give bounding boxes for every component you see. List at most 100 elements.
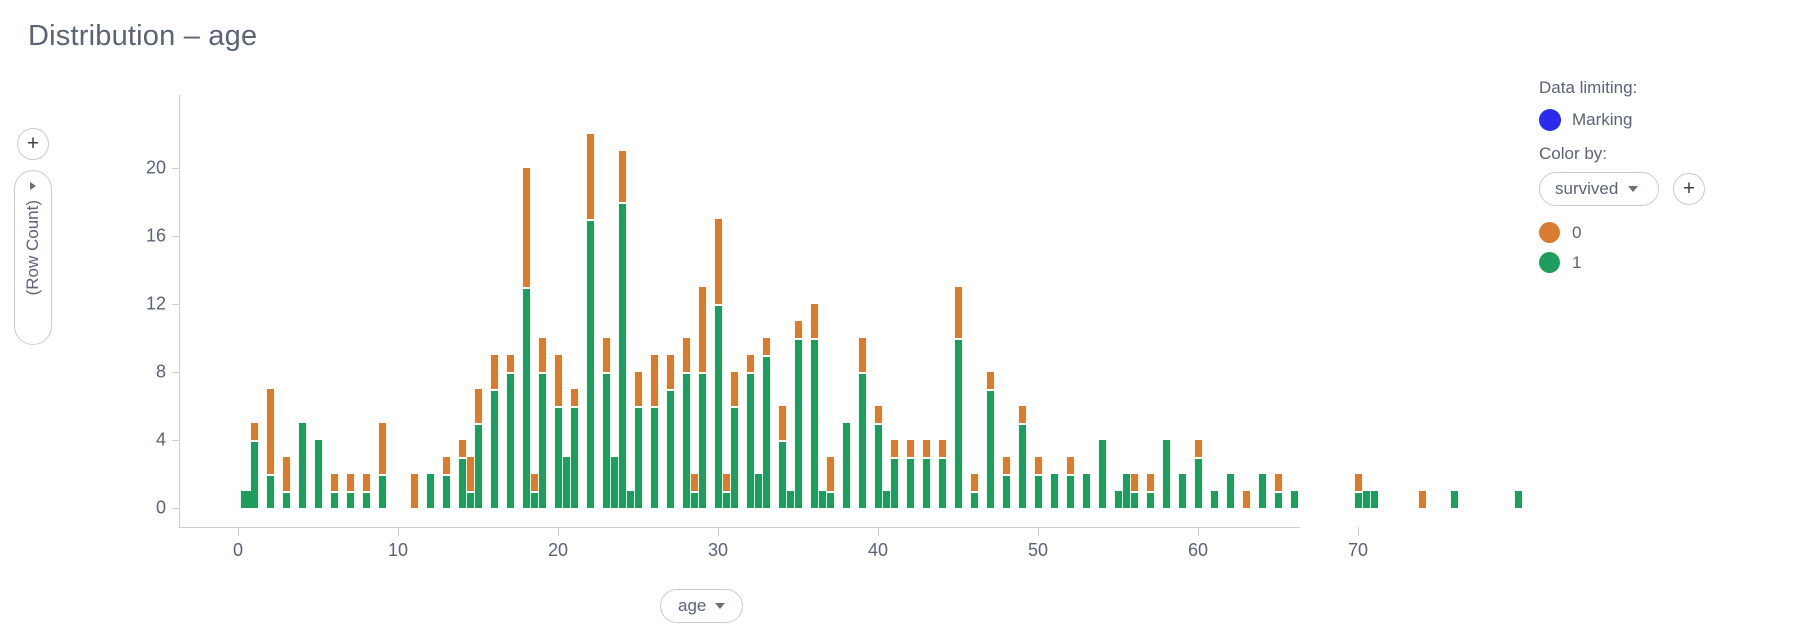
bar[interactable] <box>442 457 450 508</box>
bar-segment-0[interactable] <box>1418 491 1426 508</box>
bar[interactable] <box>1226 474 1234 508</box>
bar-segment-1[interactable] <box>986 390 994 508</box>
bar[interactable] <box>1002 457 1010 508</box>
bar-segment-1[interactable] <box>562 457 570 508</box>
bar-segment-1[interactable] <box>570 407 578 508</box>
bar-segment-0[interactable] <box>458 440 466 457</box>
bar[interactable] <box>1130 474 1138 508</box>
bar-segment-0[interactable] <box>1354 474 1362 491</box>
bar-segment-1[interactable] <box>1082 474 1090 508</box>
bar-segment-0[interactable] <box>1146 474 1154 491</box>
bar[interactable] <box>690 474 698 508</box>
bar-segment-0[interactable] <box>986 372 994 389</box>
bar-segment-1[interactable] <box>442 475 450 508</box>
bar-segment-0[interactable] <box>1034 457 1042 474</box>
bar[interactable] <box>666 355 674 508</box>
bar-segment-0[interactable] <box>474 389 482 423</box>
bar[interactable] <box>1034 457 1042 508</box>
bar-segment-0[interactable] <box>1194 440 1202 457</box>
bar-segment-0[interactable] <box>490 355 498 389</box>
bar[interactable] <box>1514 491 1522 508</box>
bar[interactable] <box>1274 474 1282 508</box>
bar-segment-1[interactable] <box>858 373 866 508</box>
bar-segment-1[interactable] <box>1066 475 1074 508</box>
bar[interactable] <box>970 474 978 508</box>
bar-segment-1[interactable] <box>466 492 474 508</box>
bar[interactable] <box>754 474 762 508</box>
bar[interactable] <box>1258 474 1266 508</box>
bar[interactable] <box>986 372 994 508</box>
bar-segment-1[interactable] <box>1258 474 1266 508</box>
bar[interactable] <box>818 491 826 508</box>
bar[interactable] <box>266 389 274 508</box>
bar[interactable] <box>250 423 258 508</box>
bar[interactable] <box>634 372 642 508</box>
bar-segment-0[interactable] <box>714 219 722 304</box>
bar-segment-0[interactable] <box>906 440 914 457</box>
bar-segment-0[interactable] <box>682 338 690 372</box>
bar-segment-1[interactable] <box>530 492 538 508</box>
bar-segment-0[interactable] <box>890 440 898 457</box>
bar-segment-1[interactable] <box>298 423 306 508</box>
bar[interactable] <box>426 474 434 508</box>
bar[interactable] <box>538 338 546 508</box>
bar[interactable] <box>618 151 626 508</box>
bar[interactable] <box>1162 440 1170 508</box>
add-color-button[interactable]: + <box>1673 173 1705 205</box>
bar-segment-0[interactable] <box>410 474 418 508</box>
bar-segment-1[interactable] <box>346 492 354 508</box>
bar-segment-1[interactable] <box>1114 491 1122 508</box>
bar[interactable] <box>378 423 386 508</box>
bar-segment-0[interactable] <box>330 474 338 491</box>
bar[interactable] <box>1418 491 1426 508</box>
bar[interactable] <box>1066 457 1074 508</box>
bar[interactable] <box>522 168 530 508</box>
bar[interactable] <box>602 338 610 508</box>
bar-segment-1[interactable] <box>1034 475 1042 508</box>
bar-segment-1[interactable] <box>1210 491 1218 508</box>
bar[interactable] <box>562 457 570 508</box>
bar-segment-0[interactable] <box>554 355 562 406</box>
bar[interactable] <box>570 389 578 508</box>
bar-segment-0[interactable] <box>778 406 786 440</box>
bar[interactable] <box>922 440 930 508</box>
bar-segment-1[interactable] <box>538 373 546 508</box>
bar[interactable] <box>506 355 514 508</box>
bar-segment-0[interactable] <box>746 355 754 372</box>
bar-segment-1[interactable] <box>970 492 978 508</box>
bar-segment-1[interactable] <box>826 492 834 508</box>
bar[interactable] <box>682 338 690 508</box>
bar-segment-1[interactable] <box>1162 440 1170 508</box>
bar[interactable] <box>626 491 634 508</box>
bar-segment-1[interactable] <box>746 373 754 508</box>
legend-item[interactable]: 0 <box>1539 222 1799 243</box>
bar-segment-1[interactable] <box>474 424 482 508</box>
bar-segment-1[interactable] <box>922 458 930 508</box>
bar-segment-1[interactable] <box>362 492 370 508</box>
bar[interactable] <box>1122 474 1130 508</box>
bar-segment-1[interactable] <box>1178 474 1186 508</box>
bar-segment-0[interactable] <box>858 338 866 372</box>
bar-segment-0[interactable] <box>690 474 698 491</box>
bar[interactable] <box>714 219 722 508</box>
bar-segment-0[interactable] <box>250 423 258 440</box>
bar-segment-1[interactable] <box>954 339 962 508</box>
bar[interactable] <box>282 457 290 508</box>
bar[interactable] <box>842 423 850 508</box>
bar[interactable] <box>874 406 882 508</box>
bar-segment-0[interactable] <box>634 372 642 406</box>
bar-segment-0[interactable] <box>266 389 274 474</box>
bar-segment-1[interactable] <box>458 458 466 508</box>
bar-segment-1[interactable] <box>698 373 706 508</box>
bar-segment-0[interactable] <box>874 406 882 423</box>
bar[interactable] <box>938 440 946 508</box>
bar-segment-0[interactable] <box>506 355 514 372</box>
bar[interactable] <box>730 372 738 508</box>
bar-segment-0[interactable] <box>282 457 290 491</box>
bar-segment-1[interactable] <box>618 203 626 508</box>
bar[interactable] <box>298 423 306 508</box>
bar-segment-0[interactable] <box>794 321 802 338</box>
bar[interactable] <box>586 134 594 508</box>
bar[interactable] <box>554 355 562 508</box>
bar-segment-1[interactable] <box>730 407 738 508</box>
